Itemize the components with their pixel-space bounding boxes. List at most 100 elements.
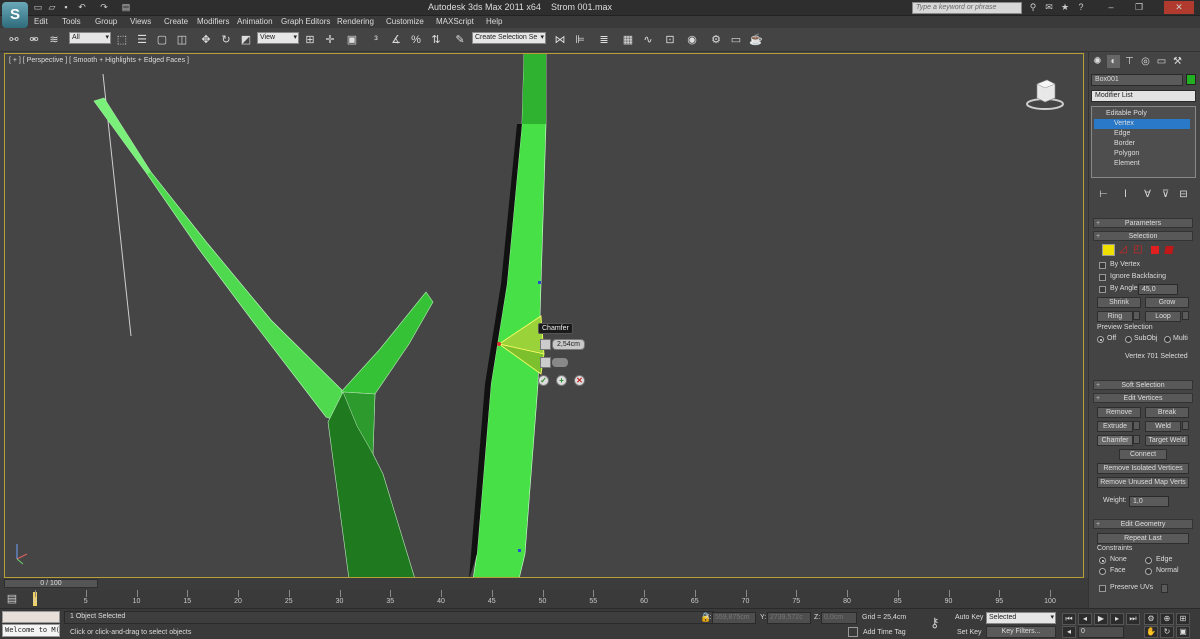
time-tag-icon[interactable]: [848, 627, 858, 637]
shrink-button[interactable]: Shrink: [1097, 297, 1141, 308]
play-icon[interactable]: ▶: [1094, 613, 1108, 625]
menu-edit[interactable]: Edit: [34, 16, 48, 28]
orbit-icon[interactable]: ↻: [1160, 626, 1174, 638]
close-icon[interactable]: ✕: [1164, 1, 1194, 14]
weld-button[interactable]: Weld: [1145, 421, 1181, 432]
key-filters-button[interactable]: Key Filters...: [986, 626, 1056, 638]
weld-settings-icon[interactable]: [1182, 421, 1189, 430]
percent-snap-icon[interactable]: %: [408, 32, 424, 48]
vertex-marker[interactable]: [518, 549, 521, 552]
rectangular-selection-icon[interactable]: ▢: [154, 32, 170, 48]
communication-center-icon[interactable]: ✉: [1042, 1, 1056, 14]
keyboard-shortcut-override-icon[interactable]: ▣: [344, 32, 360, 48]
select-object-icon[interactable]: ⬚: [114, 32, 130, 48]
render-setup-icon[interactable]: ⚙: [708, 32, 724, 48]
object-color-swatch[interactable]: [1186, 74, 1196, 85]
stack-item-polygon[interactable]: Polygon: [1094, 149, 1190, 159]
new-file-icon[interactable]: ▭: [32, 2, 44, 13]
window-crossing-icon[interactable]: ◫: [174, 32, 190, 48]
hierarchy-tab-icon[interactable]: ⊤: [1123, 55, 1136, 68]
object-name-field[interactable]: Box001: [1091, 74, 1183, 86]
modify-tab-icon[interactable]: ◐: [1107, 55, 1120, 68]
weight-spinner[interactable]: 1,0: [1129, 496, 1169, 507]
app-menu-button[interactable]: S: [2, 2, 28, 28]
search-input[interactable]: Type a keyword or phrase: [912, 2, 1022, 14]
go-to-start-icon[interactable]: ⏮: [1062, 613, 1076, 625]
x-coordinate-field[interactable]: 559,875cm: [712, 612, 756, 624]
key-mode-toggle-icon[interactable]: ◂: [1062, 626, 1076, 638]
remove-unused-map-verts-button[interactable]: Remove Unused Map Verts: [1097, 477, 1189, 488]
repeat-last-button[interactable]: Repeat Last: [1097, 533, 1189, 544]
select-and-scale-icon[interactable]: ◩: [238, 32, 254, 48]
target-weld-button[interactable]: Target Weld: [1145, 435, 1189, 446]
menu-help[interactable]: Help: [486, 16, 502, 28]
create-tab-icon[interactable]: ✺: [1091, 55, 1104, 68]
menu-maxscript[interactable]: MAXScript: [436, 16, 474, 28]
stack-item-vertex[interactable]: Vertex: [1094, 119, 1190, 129]
open-file-icon[interactable]: ▱: [46, 2, 58, 13]
select-and-link-icon[interactable]: ⚯: [6, 32, 22, 48]
display-tab-icon[interactable]: ▭: [1155, 55, 1168, 68]
key-mode-dropdown[interactable]: Selected: [986, 612, 1056, 624]
selected-vertex[interactable]: [497, 342, 501, 346]
time-slider[interactable]: 0 / 100: [4, 579, 98, 588]
edit-vertices-rollout[interactable]: Edit Vertices: [1093, 393, 1193, 403]
preview-subobj-radio[interactable]: [1125, 336, 1132, 343]
extrude-button[interactable]: Extrude: [1097, 421, 1133, 432]
named-selection-dropdown[interactable]: Create Selection Se: [472, 32, 546, 44]
track-bar[interactable]: ▤ 0 5 10 15 20 25 30 35 40 45 50 55 60 65 70 75 80 85 90 95…: [0, 590, 1088, 608]
chamfer-open-toggle[interactable]: [552, 358, 568, 367]
stack-item-border[interactable]: Border: [1094, 139, 1190, 149]
select-by-name-icon[interactable]: ☰: [134, 32, 150, 48]
preserve-uvs-checkbox[interactable]: [1099, 585, 1106, 592]
pan-view-icon[interactable]: ✋: [1144, 626, 1158, 638]
vertex-mode-icon[interactable]: [1102, 244, 1115, 256]
z-coordinate-field[interactable]: 0,0cm: [821, 612, 857, 624]
edge-mode-icon[interactable]: ◿: [1119, 244, 1127, 255]
auto-key-button[interactable]: Auto Key: [955, 614, 983, 621]
ring-button[interactable]: Ring: [1097, 311, 1133, 322]
curve-editor-icon[interactable]: ∿: [640, 32, 656, 48]
soft-selection-rollout[interactable]: Soft Selection: [1093, 380, 1193, 390]
preserve-uvs-settings-icon[interactable]: [1161, 584, 1168, 593]
by-vertex-checkbox[interactable]: [1099, 262, 1106, 269]
element-mode-icon[interactable]: [1164, 246, 1174, 254]
chamfer-open-icon[interactable]: [540, 357, 551, 368]
edit-named-selection-icon[interactable]: ✎: [452, 32, 468, 48]
loop-button[interactable]: Loop: [1145, 311, 1181, 322]
mini-curve-editor-icon[interactable]: ▤: [2, 592, 22, 605]
constraint-normal-radio[interactable]: [1145, 568, 1152, 575]
ring-spinner[interactable]: [1133, 311, 1140, 320]
select-and-rotate-icon[interactable]: ↻: [218, 32, 234, 48]
unlink-icon[interactable]: ⚮: [26, 32, 42, 48]
snaps-toggle-icon[interactable]: ³: [368, 32, 384, 48]
remove-modifier-icon[interactable]: ⊽: [1159, 188, 1172, 201]
restore-icon[interactable]: ❐: [1132, 1, 1146, 14]
angle-snap-icon[interactable]: ∡: [388, 32, 404, 48]
preview-multi-radio[interactable]: [1164, 336, 1171, 343]
constraint-none-radio[interactable]: [1099, 557, 1106, 564]
motion-tab-icon[interactable]: ◎: [1139, 55, 1152, 68]
align-icon[interactable]: ⊫: [572, 32, 588, 48]
stack-item-editable-poly[interactable]: Editable Poly: [1094, 109, 1190, 119]
connect-button[interactable]: Connect: [1119, 449, 1167, 460]
zoom-extents-icon[interactable]: ⊕: [1160, 613, 1174, 625]
menu-graph-editors[interactable]: Graph Editors: [281, 16, 330, 28]
previous-frame-icon[interactable]: ◂: [1078, 613, 1092, 625]
redo-icon[interactable]: ↷: [98, 2, 110, 13]
stack-item-element[interactable]: Element: [1094, 159, 1190, 169]
undo-icon[interactable]: ↶: [76, 2, 88, 13]
show-end-result-icon[interactable]: ǀ: [1119, 188, 1132, 201]
set-keys-icon[interactable]: ⚷: [930, 615, 946, 631]
break-button[interactable]: Break: [1145, 407, 1189, 418]
stack-item-edge[interactable]: Edge: [1094, 129, 1190, 139]
make-unique-icon[interactable]: ∀: [1141, 188, 1154, 201]
menu-modifiers[interactable]: Modifiers: [197, 16, 229, 28]
current-frame-field[interactable]: 0: [1078, 626, 1124, 638]
render-production-icon[interactable]: ☕: [748, 32, 764, 48]
viewcube[interactable]: [1025, 74, 1065, 112]
material-editor-icon[interactable]: ◉: [684, 32, 700, 48]
selection-rollout[interactable]: Selection: [1093, 231, 1193, 241]
menu-views[interactable]: Views: [130, 16, 151, 28]
menu-customize[interactable]: Customize: [386, 16, 424, 28]
